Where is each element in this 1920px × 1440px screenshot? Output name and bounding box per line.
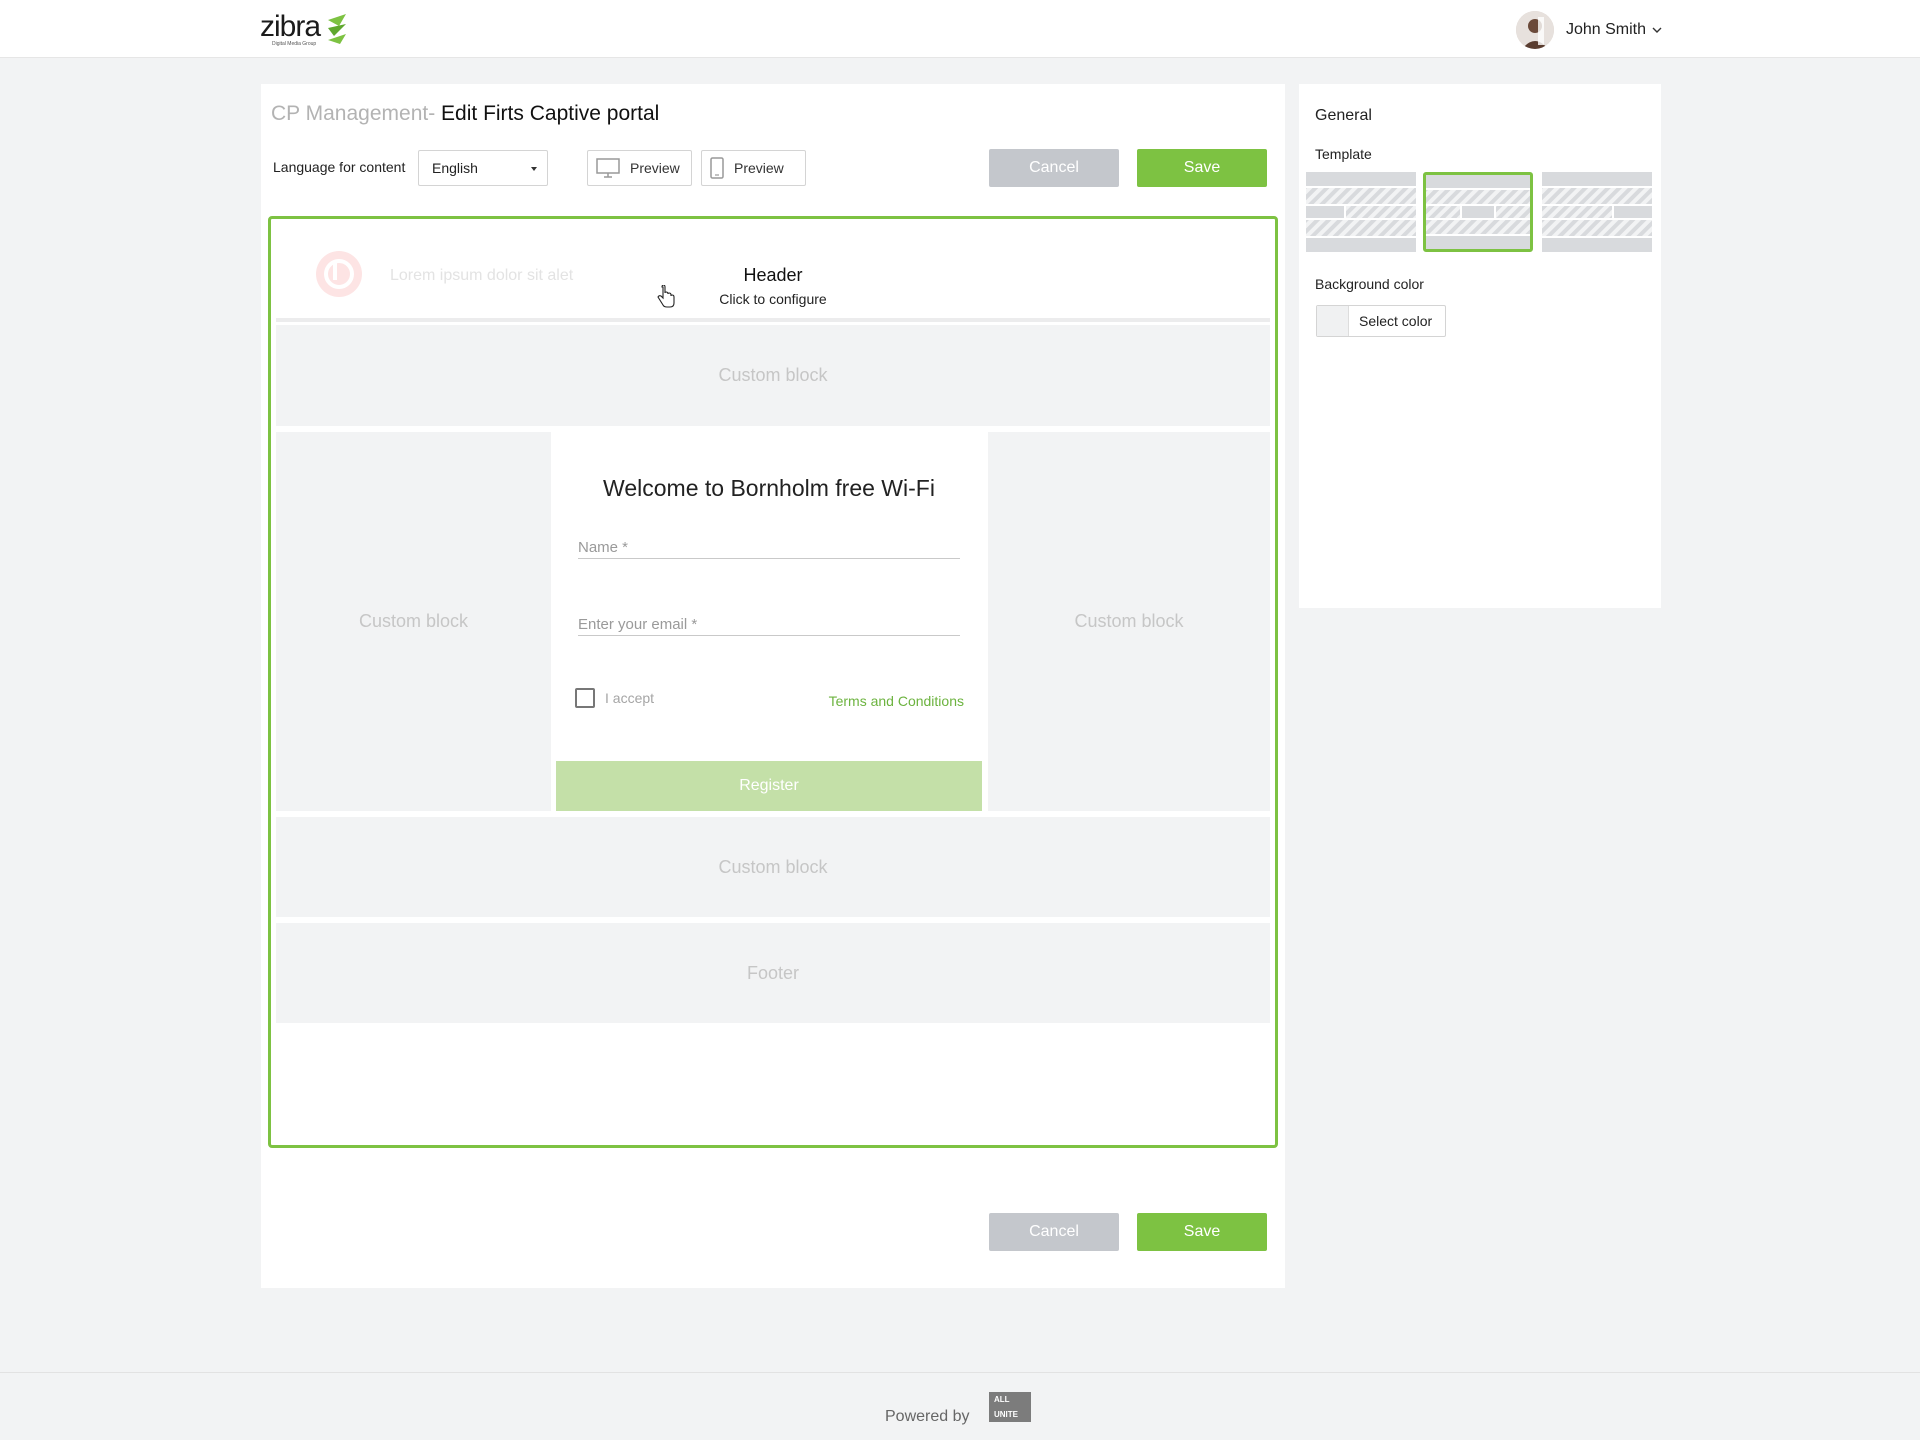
email-field[interactable]: Enter your email * (578, 616, 960, 636)
editor-panel: CP Management- Edit Firts Captive portal… (261, 84, 1285, 1288)
header-title: Header (743, 265, 803, 285)
settings-panel: General Template Background color Select… (1299, 84, 1661, 608)
name-field[interactable]: Name * (578, 539, 960, 559)
breadcrumb[interactable]: CP Management- (271, 102, 435, 125)
brand-line-2: UNITE (994, 1410, 1018, 1419)
register-button[interactable]: Register (556, 761, 982, 811)
template-option-3[interactable] (1542, 172, 1652, 252)
page-title-text: Edit Firts Captive portal (441, 102, 660, 125)
toolbar: Language for content English Preview Pre… (273, 149, 1273, 187)
registration-form: Welcome to Bornholm free Wi-Fi Name * En… (556, 432, 982, 811)
color-swatch (1317, 306, 1349, 336)
accept-label: I accept (605, 690, 655, 706)
chevron-down-icon (1652, 27, 1662, 33)
select-color-button[interactable]: Select color (1316, 305, 1446, 337)
avatar (1515, 11, 1554, 49)
select-color-label: Select color (1359, 313, 1433, 329)
language-value: English (432, 160, 478, 176)
custom-block-right[interactable]: Custom block (988, 432, 1270, 811)
template-canvas: Lorem ipsum dolor sit alet Header Click … (268, 216, 1278, 1148)
bottom-save-button[interactable]: Save (1137, 1213, 1267, 1251)
bottom-cancel-button[interactable]: Cancel (989, 1213, 1119, 1251)
terms-link[interactable]: Terms and Conditions (829, 693, 964, 709)
header-block[interactable]: Lorem ipsum dolor sit alet Header Click … (276, 221, 1270, 322)
settings-heading: General (1315, 107, 1372, 124)
logo-subtitle: Digital Media Group (272, 41, 317, 47)
user-menu[interactable]: John Smith (1515, 11, 1662, 49)
desktop-preview-button[interactable]: Preview (587, 150, 692, 186)
save-button[interactable]: Save (1137, 149, 1267, 187)
allunite-logo[interactable]: ALL UNITE (989, 1392, 1031, 1422)
language-select[interactable]: English (418, 150, 548, 186)
mobile-preview-label: Preview (734, 160, 784, 176)
custom-block-left[interactable]: Custom block (276, 432, 551, 811)
hand-cursor-icon (657, 285, 675, 308)
logo-mark-icon (328, 14, 346, 44)
page-footer: Powered by ALL UNITE (0, 1372, 1920, 1440)
zibra-logo[interactable]: zibra Digital Media Group (260, 10, 356, 48)
desktop-icon (596, 158, 620, 178)
template-label: Template (1315, 146, 1372, 162)
mobile-icon (710, 157, 724, 179)
template-option-2[interactable] (1423, 172, 1533, 252)
header-subtitle: Click to configure (719, 291, 827, 307)
custom-block-top[interactable]: Custom block (276, 325, 1270, 426)
custom-block-bottom[interactable]: Custom block (276, 817, 1270, 917)
language-label: Language for content (273, 159, 406, 175)
mobile-preview-button[interactable]: Preview (701, 150, 806, 186)
accept-checkbox[interactable] (575, 688, 595, 708)
footer-block[interactable]: Footer (276, 923, 1270, 1023)
cancel-button[interactable]: Cancel (989, 149, 1119, 187)
logo-text: zibra (260, 10, 321, 43)
powered-by-text: Powered by (885, 1408, 970, 1425)
desktop-preview-label: Preview (630, 160, 680, 176)
caret-down-icon (531, 167, 537, 171)
page-title: CP Management- Edit Firts Captive portal (271, 102, 659, 126)
user-name: John Smith (1565, 21, 1646, 38)
top-bar: zibra Digital Media Group John Smith (0, 0, 1920, 58)
template-option-1[interactable] (1306, 172, 1416, 252)
form-title: Welcome to Bornholm free Wi-Fi (603, 475, 935, 501)
brand-line-1: ALL (994, 1395, 1010, 1404)
background-color-label: Background color (1315, 276, 1424, 292)
